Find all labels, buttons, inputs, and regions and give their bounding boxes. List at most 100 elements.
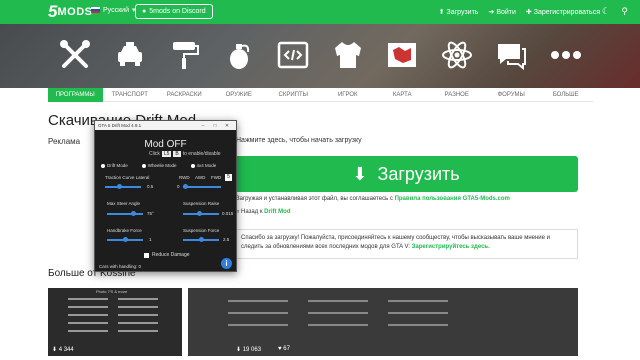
thumbnail-title: Photo 7'S & more bbox=[96, 289, 128, 294]
thumbnail-line bbox=[68, 322, 108, 324]
hotkey-2[interactable]: B bbox=[173, 151, 181, 157]
category-weapons[interactable] bbox=[212, 26, 267, 84]
suspension-raise-label: Suspension Raise bbox=[183, 201, 220, 206]
suspension-raise-knob[interactable] bbox=[197, 211, 202, 216]
category-misc[interactable] bbox=[430, 26, 485, 84]
category-tools[interactable] bbox=[48, 26, 103, 84]
reduce-damage-checkbox[interactable]: Reduce Damage bbox=[144, 252, 190, 258]
tab-more[interactable]: БОЛЬШЕ bbox=[538, 88, 593, 102]
mod-thumbnail[interactable]: ⬇ 19 063 ♥ 67 bbox=[188, 288, 578, 356]
thumbnail-line bbox=[68, 306, 108, 308]
tab-misc[interactable]: РАЗНОЕ bbox=[429, 88, 484, 102]
category-map[interactable] bbox=[375, 26, 430, 84]
login-link[interactable]: ➔ Войти bbox=[488, 8, 515, 16]
tab-scripts[interactable]: СКРИПТЫ bbox=[266, 88, 321, 102]
thanks-box: Спасибо за загрузку! Пожалуйста, присоед… bbox=[234, 229, 578, 259]
steer-angle-label: Max Steer Angle bbox=[107, 201, 141, 206]
steer-angle-value: 75° bbox=[147, 211, 154, 216]
mod-thumbnail[interactable]: Photo 7'S & more ⬇ 4 344 bbox=[48, 288, 182, 356]
mod-status: Mod OFF bbox=[144, 139, 187, 150]
handbrake-value: 1 bbox=[149, 237, 152, 242]
category-forums[interactable] bbox=[484, 26, 539, 84]
hoodie-icon bbox=[334, 42, 361, 68]
dark-mode-toggle-icon[interactable]: ☾ bbox=[602, 6, 610, 17]
thumbnail-line bbox=[228, 324, 288, 326]
traction-slider[interactable] bbox=[105, 186, 141, 188]
category-vehicles[interactable] bbox=[103, 26, 158, 84]
handbrake-knob[interactable] bbox=[123, 237, 128, 242]
login-link-label: Войти bbox=[496, 9, 516, 16]
close-icon[interactable]: ✕ bbox=[221, 123, 233, 129]
category-paint[interactable] bbox=[157, 26, 212, 84]
terms-notice: Загружая и устанавливая этот файл, вы со… bbox=[236, 196, 510, 202]
minimize-icon[interactable]: – bbox=[197, 123, 209, 129]
window-titlebar[interactable]: GTA 5 Drift Mod 4.9.1 – □ ✕ bbox=[95, 121, 236, 130]
tab-weapons[interactable]: ОРУЖИЕ bbox=[211, 88, 266, 102]
drift-mod-window[interactable]: GTA 5 Drift Mod 4.9.1 – □ ✕ Mod OFF Clic… bbox=[94, 120, 237, 272]
terms-link[interactable]: Правила пользования GTA5-Mods.com bbox=[395, 196, 510, 202]
login-icon: ➔ bbox=[488, 9, 495, 16]
drive-slider[interactable] bbox=[183, 186, 221, 188]
tab-maps[interactable]: КАРТА bbox=[375, 88, 430, 102]
download-button-label: Загрузить bbox=[377, 163, 460, 184]
category-more[interactable] bbox=[539, 26, 594, 84]
thumbnail-line bbox=[388, 300, 448, 302]
reduce-damage-label: Reduce Damage bbox=[152, 252, 190, 258]
back-to-mod-link[interactable]: Drift Mod bbox=[264, 209, 290, 215]
register-icon: ✚ bbox=[525, 9, 532, 16]
drive-selected-box[interactable]: 5 bbox=[225, 174, 232, 181]
thumbnail-line bbox=[388, 324, 448, 326]
register-link[interactable]: ✚ Зарегистрироваться bbox=[526, 8, 600, 16]
tab-forums[interactable]: ФОРУМЫ bbox=[484, 88, 539, 102]
discord-button[interactable]: ● 5mods on Discord bbox=[135, 4, 213, 19]
upload-icon: ⬆ bbox=[438, 9, 445, 16]
info-icon[interactable]: i bbox=[221, 258, 232, 269]
thumbnail-downloads: ⬇ 4 344 bbox=[52, 347, 74, 353]
thumbnail-line bbox=[118, 322, 158, 324]
paint-roller-icon bbox=[173, 42, 200, 69]
register-link-label: Зарегистрироваться bbox=[533, 9, 600, 16]
site-logo[interactable]: 5 MODS bbox=[48, 2, 92, 21]
discord-icon: ● bbox=[142, 8, 147, 15]
thumbnail-line bbox=[388, 312, 448, 314]
search-icon[interactable]: ⚲ bbox=[621, 6, 628, 17]
register-here-link[interactable]: Зарегистрируйтесь здесь. bbox=[412, 244, 490, 250]
category-player[interactable] bbox=[321, 26, 376, 84]
radio-wheelie[interactable] bbox=[141, 163, 146, 168]
tab-paint-jobs[interactable]: РАСКРАСКИ bbox=[157, 88, 212, 102]
radio-drift[interactable] bbox=[101, 163, 105, 168]
language-selector[interactable]: Русский ▾ bbox=[91, 6, 136, 14]
thumbnail-line bbox=[228, 312, 288, 314]
tab-programs[interactable]: ПРОГРАММЫ bbox=[48, 88, 103, 102]
drive-value: 0 bbox=[177, 184, 180, 189]
drive-slider-knob[interactable] bbox=[183, 184, 188, 189]
maximize-icon[interactable]: □ bbox=[209, 123, 221, 129]
mode-4x4-label: 4x4 Mode bbox=[196, 163, 217, 168]
tab-vehicles[interactable]: ТРАНСПОРТ bbox=[102, 88, 157, 102]
traction-slider-knob[interactable] bbox=[117, 184, 122, 189]
code-icon bbox=[278, 41, 309, 69]
thumbnail-views: ⬇ 19 063 bbox=[236, 347, 262, 353]
suspension-force-knob[interactable] bbox=[199, 237, 204, 242]
back-prefix: « Назад к bbox=[236, 209, 263, 215]
steer-angle-knob[interactable] bbox=[131, 211, 136, 216]
radio-4x4[interactable] bbox=[190, 163, 195, 168]
category-scripts[interactable] bbox=[266, 26, 321, 84]
steer-angle-slider[interactable] bbox=[107, 213, 143, 215]
hotkey-1[interactable]: L5 bbox=[161, 151, 172, 157]
checkbox-box[interactable] bbox=[144, 252, 149, 258]
upload-link[interactable]: ⬆ Загрузить bbox=[439, 8, 479, 16]
mode-4x4[interactable]: 4x4 Mode bbox=[190, 163, 217, 168]
fwd-label: FWD bbox=[211, 175, 222, 180]
logo-five: 5 bbox=[48, 2, 58, 21]
mode-drift[interactable]: Drift Mode bbox=[101, 163, 128, 168]
upload-link-label: Загрузить bbox=[446, 9, 479, 16]
download-button[interactable]: ⬇ Загрузить bbox=[234, 156, 578, 192]
thumbnail-likes: ♥ 67 bbox=[278, 346, 290, 352]
tab-player[interactable]: ИГРОК bbox=[320, 88, 375, 102]
thumbnail-line bbox=[68, 330, 108, 332]
thumbnail-views-value: 19 063 bbox=[242, 347, 262, 353]
download-icon: ⬇ bbox=[352, 163, 368, 184]
mode-wheelie[interactable]: Wheelie Mode bbox=[141, 163, 177, 168]
handling-count-label: Cars with handling: 0 bbox=[99, 264, 142, 269]
